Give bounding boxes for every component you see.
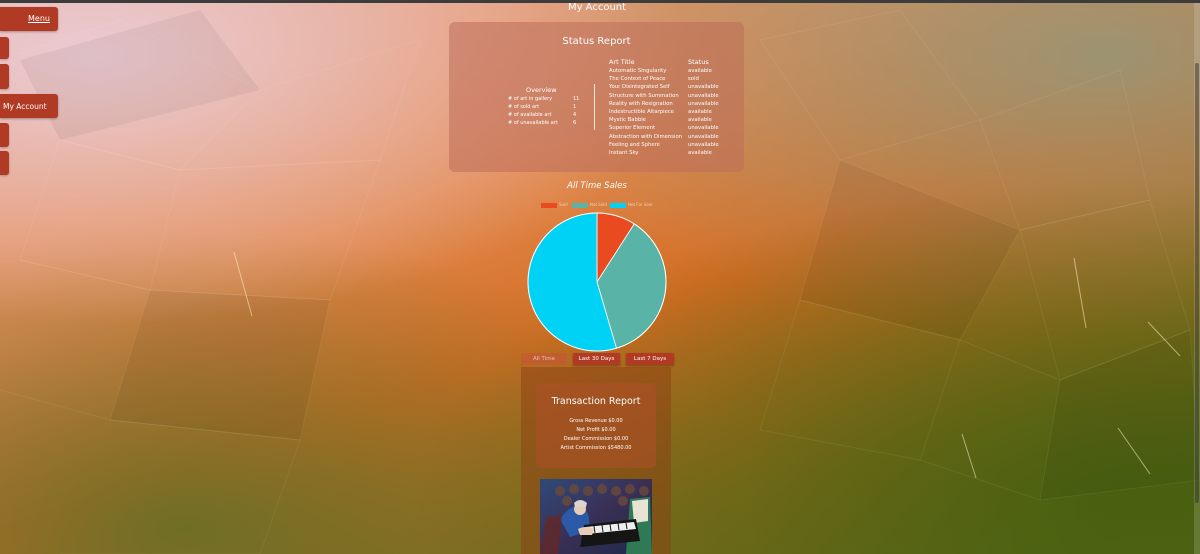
last-7-days-button[interactable]: Last 7 Days: [626, 353, 674, 365]
art-title-cell: The Context of Peace: [609, 76, 666, 83]
menu-button-label[interactable]: Menu: [28, 14, 50, 23]
chart-legend-not-sold[interactable]: Not Sold: [572, 202, 607, 210]
legend-label: Not For Sale: [628, 202, 653, 207]
overview-row: # of unavailable art 6: [508, 120, 576, 126]
art-status-cell: unavailable: [688, 125, 719, 132]
art-title-cell: Mystic Babble: [609, 117, 646, 124]
range-button-label: All Time: [532, 356, 556, 362]
transaction-report-title: Transaction Report: [551, 396, 641, 407]
art-table-row: Indestructible Altarpiece available: [609, 109, 712, 115]
art-status-cell: available: [688, 117, 712, 124]
overview-divider: [594, 84, 595, 130]
overview-value: 11: [573, 96, 580, 102]
art-status-cell: unavailable: [688, 92, 719, 99]
status-report-panel: Status Report Overview # of art in galle…: [449, 22, 744, 172]
transaction-report-panel: Transaction Report Gross Revenue $0.00 N…: [536, 383, 656, 468]
sales-chart-title: All Time Sales: [567, 181, 627, 191]
art-title-cell: Automatic Singularity: [609, 68, 667, 74]
art-table-row: Abstraction with Dimension unavailable: [609, 133, 719, 140]
art-title-cell: Reality with Resignation: [609, 100, 673, 107]
art-table-row: Superior Element unavailable: [609, 125, 719, 132]
art-table-row: Instant Sky available: [609, 150, 712, 156]
chart-legend-sold[interactable]: Sold: [541, 202, 568, 210]
all-time-button[interactable]: All Time: [521, 353, 567, 365]
sidebar-tab-4[interactable]: [0, 151, 9, 175]
artist-commission: Artist Commission $5480.00: [560, 445, 632, 451]
art-status-cell: available: [688, 68, 712, 74]
art-status-header: Status: [688, 58, 709, 66]
range-button-label: Last 7 Days: [633, 356, 667, 362]
art-title-cell: Feeling and Sphere: [609, 141, 660, 148]
art-table-row: Automatic Singularity available: [609, 68, 712, 74]
art-table-row: Mystic Babble available: [609, 117, 712, 124]
art-table-row: Structure with Summation unavailable: [609, 92, 719, 99]
overview-title: Overview: [526, 86, 557, 94]
sidebar-item-my-account[interactable]: My Account: [0, 94, 58, 118]
overview-value: 6: [573, 120, 577, 126]
page-scrollbar[interactable]: [1194, 3, 1200, 554]
art-status-cell: sold: [688, 76, 699, 83]
art-status-cell: available: [688, 109, 712, 115]
sidebar-tab-2[interactable]: [0, 64, 9, 89]
overview-row: # of sold art 1: [508, 104, 576, 110]
legend-label: Sold: [559, 202, 568, 207]
legend-label: Not Sold: [590, 202, 607, 207]
art-table-row: Reality with Resignation unavailable: [609, 100, 719, 107]
art-status-cell: available: [688, 150, 712, 156]
range-button-label: Last 30 Days: [578, 356, 615, 362]
sidebar-tab-1[interactable]: [0, 37, 9, 59]
overview-label: # of unavailable art: [508, 120, 558, 126]
art-title-cell: Instant Sky: [609, 150, 639, 156]
overview-row: # of art in gallery 11: [508, 96, 579, 102]
dealer-commission: Dealer Commission $0.00: [563, 436, 629, 442]
art-table-row: Your Disintegrated Self unavailable: [609, 84, 719, 91]
art-table-row: Feeling and Sphere unavailable: [609, 141, 719, 148]
art-status-cell: unavailable: [688, 141, 719, 148]
gross-revenue: Gross Revenue $0.00: [569, 418, 623, 424]
art-title-header: Art Title: [609, 58, 635, 66]
art-title-cell: Abstraction with Dimension: [609, 133, 683, 140]
chart-legend-not-for-sale[interactable]: Not For Sale: [610, 202, 652, 210]
art-title-cell: Superior Element: [609, 125, 656, 132]
art-title-cell: Your Disintegrated Self: [609, 84, 670, 91]
legend-swatch: [610, 202, 626, 208]
art-status-cell: unavailable: [688, 133, 719, 140]
art-status-cell: unavailable: [688, 84, 719, 91]
art-title-cell: Structure with Summation: [609, 92, 679, 99]
art-table-row: The Context of Peace sold: [609, 76, 699, 83]
scrollbar-thumb[interactable]: [1195, 63, 1199, 503]
page-title: My Account: [567, 2, 627, 13]
art-status-cell: unavailable: [688, 100, 719, 107]
net-profit: Net Profit $0.00: [576, 427, 616, 433]
artwork-thumbnail[interactable]: [540, 479, 652, 554]
overview-label: # of art in gallery: [508, 96, 553, 102]
sidebar-item-label: My Account: [3, 102, 47, 111]
legend-swatch: [541, 202, 557, 208]
art-title-cell: Indestructible Altarpiece: [609, 109, 675, 115]
sales-pie-chart[interactable]: [527, 212, 667, 352]
overview-label: # of sold art: [508, 104, 540, 110]
sidebar-tab-3[interactable]: [0, 123, 9, 147]
legend-swatch: [572, 202, 588, 208]
overview-row: # of available art 4: [508, 112, 576, 118]
overview-value: 1: [573, 104, 577, 110]
last-30-days-button[interactable]: Last 30 Days: [573, 353, 620, 365]
status-report-title: Status Report: [562, 36, 631, 47]
overview-value: 4: [573, 112, 577, 118]
overview-label: # of available art: [508, 112, 552, 118]
